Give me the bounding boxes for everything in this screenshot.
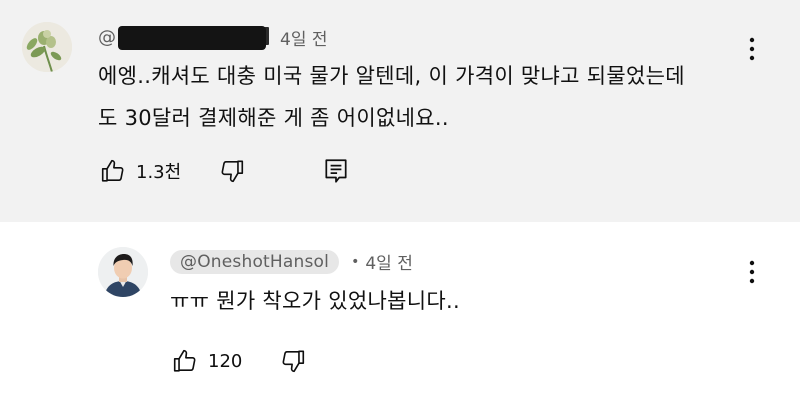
reply-comment-icon xyxy=(325,159,347,183)
thumbs-down-icon xyxy=(282,350,305,373)
reply-time[interactable]: 4일 전 xyxy=(365,249,413,274)
comment-actions: 1.3천 xyxy=(100,157,349,185)
reply-text: ㅠㅠ 뭔가 착오가 있었나봅니다.. xyxy=(170,289,460,313)
like-count: 1.3천 xyxy=(136,162,182,183)
like-count: 120 xyxy=(208,350,243,372)
comment-text-line: 에엥..캐셔도 대충 미국 물가 알텐데, 이 가격이 맞냐고 되물었는데 xyxy=(98,64,685,88)
reply-avatar[interactable] xyxy=(98,247,148,297)
person-avatar-image xyxy=(98,247,148,297)
commenter-handle-prefix[interactable]: @ xyxy=(98,27,116,48)
dislike-button[interactable] xyxy=(280,348,306,374)
redacted-handle xyxy=(118,25,266,50)
comment-text-line: 도 30달러 결제해준 게 좀 어이없네요.. xyxy=(98,106,449,130)
thumbs-up-icon xyxy=(173,349,196,372)
comment-meta: @ 4일 전 xyxy=(98,25,328,50)
more-options-button[interactable] xyxy=(740,257,764,287)
thumbs-up-icon xyxy=(101,159,124,182)
plant-avatar-image xyxy=(22,22,72,72)
dislike-button[interactable] xyxy=(219,158,245,184)
meta-separator: • xyxy=(351,253,360,270)
commenter-avatar[interactable] xyxy=(22,22,72,72)
comment-thread-top: @ 4일 전 에엥..캐셔도 대충 미국 물가 알텐데, 이 가격이 맞냐고 되… xyxy=(0,0,800,222)
reply-actions: 120 xyxy=(172,348,306,374)
more-options-button[interactable] xyxy=(740,34,764,64)
like-button[interactable] xyxy=(172,348,198,374)
comment-text: 에엥..캐셔도 대충 미국 물가 알텐데, 이 가격이 맞냐고 되물었는데 도 … xyxy=(98,55,758,139)
thumbs-down-icon xyxy=(221,160,244,183)
comment-time[interactable]: 4일 전 xyxy=(280,25,328,50)
reply-meta: @OneshotHansol • 4일 전 xyxy=(170,249,413,274)
like-button[interactable] xyxy=(100,158,126,184)
reply-button[interactable] xyxy=(323,157,349,185)
more-vertical-icon xyxy=(749,37,755,61)
more-vertical-icon xyxy=(749,260,755,284)
reply-author-handle[interactable]: @OneshotHansol xyxy=(170,249,340,274)
